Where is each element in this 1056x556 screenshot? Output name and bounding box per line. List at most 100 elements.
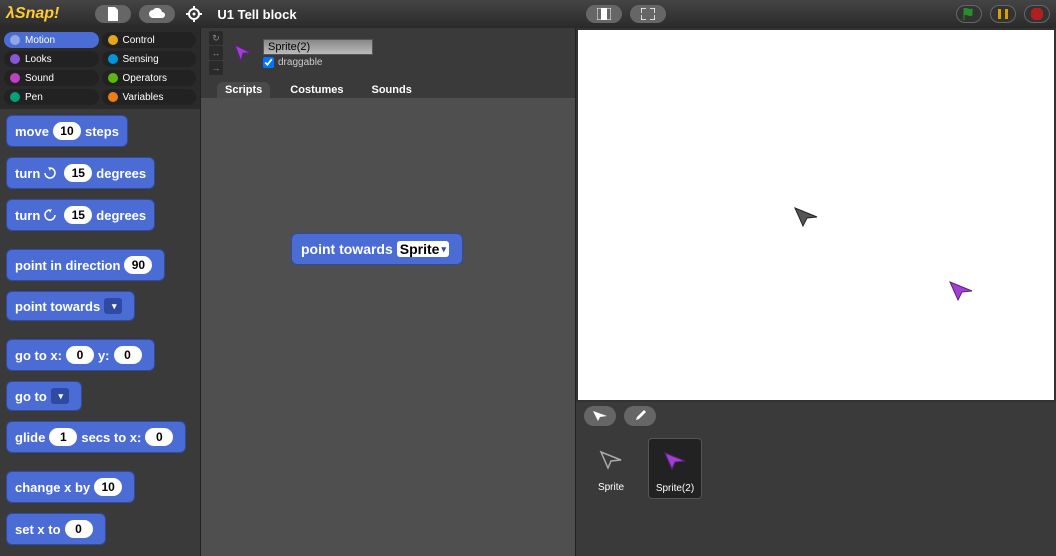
palette-column: MotionControlLooksSensingSoundOperatorsP…	[0, 28, 200, 556]
block-label: turn	[15, 166, 40, 181]
block-turn-cw[interactable]: turn 15 degrees	[6, 157, 155, 189]
flag-icon	[962, 7, 976, 21]
rotation-style: ↻ ↔ →	[209, 31, 223, 75]
block-label: turn	[15, 208, 40, 223]
script-block-point-towards[interactable]: point towards Sprite	[291, 233, 463, 275]
draggable-checkbox[interactable]	[263, 57, 274, 68]
pause-button[interactable]	[990, 5, 1016, 23]
paint-sprite-button[interactable]	[624, 406, 656, 426]
block-label: change x by	[15, 480, 90, 495]
corral-sprite-1[interactable]: Sprite	[584, 438, 638, 497]
logo[interactable]: λSnap!	[6, 5, 59, 23]
block-change-x[interactable]: change x by 10	[6, 471, 135, 503]
block-goto-menu[interactable]: go to	[6, 381, 82, 411]
block-move-steps[interactable]: move 10 steps	[6, 115, 128, 147]
stage-column: Sprite Sprite(2)	[576, 28, 1056, 556]
tab-costumes[interactable]: Costumes	[282, 82, 351, 98]
stage[interactable]	[578, 30, 1054, 400]
block-label: degrees	[96, 166, 146, 181]
settings-button[interactable]	[183, 3, 205, 25]
block-label: secs to x:	[81, 430, 141, 445]
stage-sprite-1[interactable]	[793, 206, 819, 228]
block-set-x[interactable]: set x to 0	[6, 513, 106, 545]
block-label: degrees	[96, 208, 146, 223]
block-glide[interactable]: glide 1 secs to x: 0	[6, 421, 186, 453]
rotation-free[interactable]: ↻	[209, 31, 223, 45]
category-pen[interactable]: Pen	[4, 89, 99, 105]
sprite-info-bar: ↻ ↔ → draggable	[201, 28, 575, 78]
arrow-icon	[663, 451, 687, 471]
block-label: point towards	[15, 299, 100, 314]
block-point-direction[interactable]: point in direction 90	[6, 249, 165, 281]
turn-cw-icon	[43, 166, 57, 180]
corral-sprite-2[interactable]: Sprite(2)	[648, 438, 702, 499]
draggable-row[interactable]: draggable	[263, 57, 373, 68]
block-label: move	[15, 124, 49, 139]
category-operators[interactable]: Operators	[102, 70, 197, 86]
block-arg[interactable]: 0	[145, 428, 173, 446]
green-flag-button[interactable]	[956, 5, 982, 23]
block-label: point towards	[301, 241, 393, 257]
stop-icon	[1030, 7, 1044, 21]
block-goto-xy[interactable]: go to x: 0 y: 0	[6, 339, 155, 371]
arrow-icon	[592, 410, 608, 422]
sprite-thumbnail	[231, 41, 255, 65]
project-title[interactable]: U1 Tell block	[217, 7, 296, 22]
palette: move 10 steps turn 15 degrees turn 15 de…	[0, 109, 200, 556]
category-sound[interactable]: Sound	[4, 70, 99, 86]
block-arg[interactable]: 0	[66, 346, 94, 364]
script-area[interactable]: point towards Sprite	[201, 98, 575, 556]
block-point-towards[interactable]: point towards	[6, 291, 135, 321]
block-turn-ccw[interactable]: turn 15 degrees	[6, 199, 155, 231]
block-dropdown[interactable]: Sprite	[397, 241, 449, 257]
block-label: go to x:	[15, 348, 62, 363]
block-arg[interactable]: 15	[64, 206, 92, 224]
new-sprite-button[interactable]	[584, 406, 616, 426]
fullscreen-icon	[641, 8, 655, 20]
brush-icon	[633, 409, 647, 423]
block-label: y:	[98, 348, 110, 363]
stop-button[interactable]	[1024, 5, 1050, 23]
tab-scripts[interactable]: Scripts	[217, 82, 270, 98]
fullscreen-button[interactable]	[630, 5, 666, 23]
category-sensing[interactable]: Sensing	[102, 51, 197, 67]
sprite-name-input[interactable]	[263, 39, 373, 55]
tab-sounds[interactable]: Sounds	[363, 82, 419, 98]
topbar: λSnap! U1 Tell block	[0, 0, 1056, 28]
script-panel: ↻ ↔ → draggable Scripts Costumes Sounds	[200, 28, 576, 556]
stage-size-button[interactable]	[586, 5, 622, 23]
stage-icon	[597, 8, 611, 20]
file-button[interactable]	[95, 5, 131, 23]
corral-toolbar	[576, 402, 1056, 430]
category-looks[interactable]: Looks	[4, 51, 99, 67]
block-arg[interactable]: 0	[65, 520, 93, 538]
draggable-label: draggable	[278, 57, 322, 68]
block-arg[interactable]: 10	[53, 122, 81, 140]
block-arg[interactable]: 10	[94, 478, 122, 496]
turn-ccw-icon	[43, 208, 57, 222]
category-variables[interactable]: Variables	[102, 89, 197, 105]
arrow-icon	[233, 43, 253, 63]
sprite-corral: Sprite Sprite(2)	[576, 430, 1056, 556]
rotation-flip[interactable]: ↔	[209, 46, 223, 60]
block-arg[interactable]: 1	[49, 428, 77, 446]
cloud-button[interactable]	[139, 5, 175, 23]
rotation-none[interactable]: →	[209, 61, 223, 75]
cloud-icon	[148, 8, 166, 20]
arrow-icon	[599, 450, 623, 470]
block-dropdown[interactable]	[51, 388, 69, 404]
block-arg[interactable]: 15	[64, 164, 92, 182]
block-dropdown[interactable]	[104, 298, 122, 314]
pause-icon	[997, 8, 1009, 20]
categories: MotionControlLooksSensingSoundOperatorsP…	[0, 28, 200, 109]
block-label: steps	[85, 124, 119, 139]
block-arg[interactable]: 90	[124, 256, 152, 274]
stage-sprite-2[interactable]	[948, 280, 974, 302]
gear-icon	[186, 6, 202, 22]
block-label: glide	[15, 430, 45, 445]
category-control[interactable]: Control	[102, 32, 197, 48]
file-icon	[107, 7, 119, 21]
category-motion[interactable]: Motion	[4, 32, 99, 48]
block-label: go to	[15, 389, 47, 404]
block-arg[interactable]: 0	[114, 346, 142, 364]
